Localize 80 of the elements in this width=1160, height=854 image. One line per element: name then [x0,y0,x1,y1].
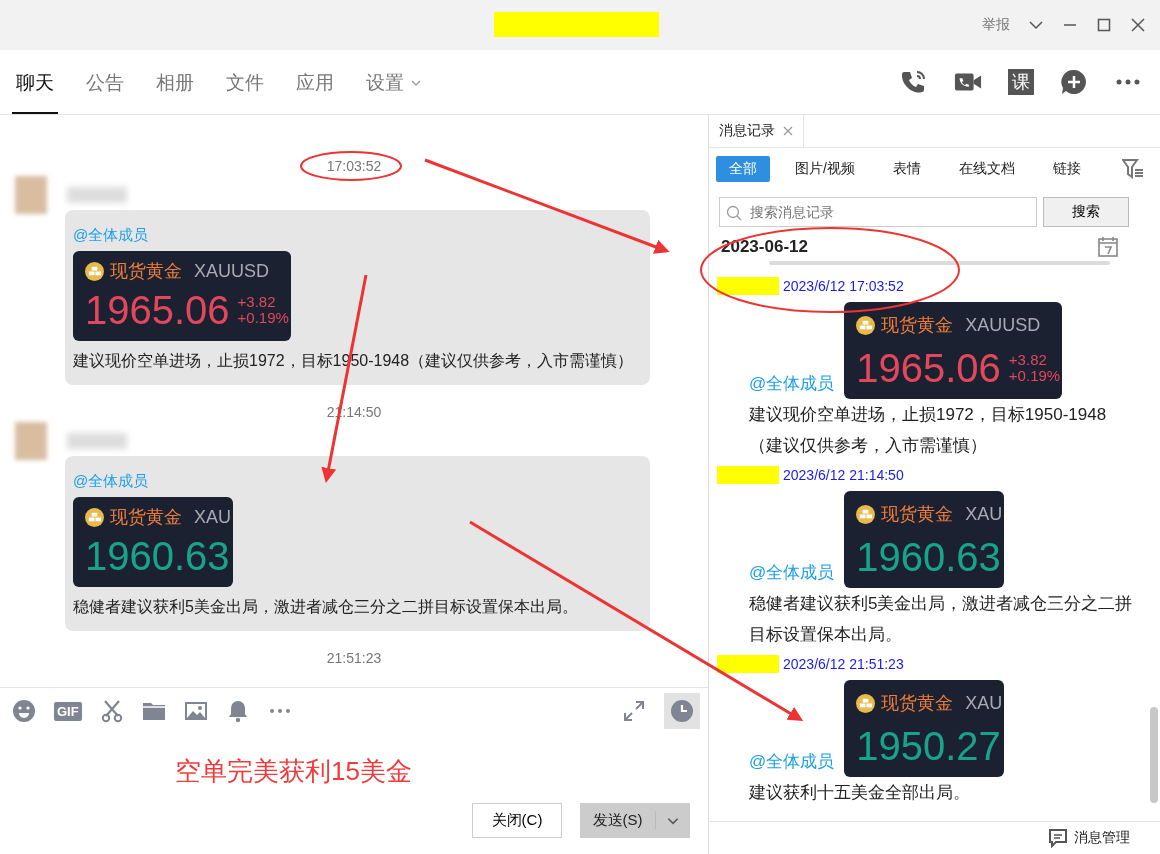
tab[interactable]: 公告 [82,50,128,114]
filter-tab[interactable]: 表情 [879,156,934,182]
instrument-code: XAUUSD [965,314,1041,337]
filter-tab[interactable]: 链接 [1039,156,1094,182]
price-text: 1960.63 [856,534,1001,581]
mention-link[interactable]: @全体成员 [749,746,835,777]
instrument-name: 现货黄金 [110,260,182,283]
coin-icon [856,316,876,335]
blurred-name [67,187,127,203]
message-text: 稳健者建议获利5美金出局，激进者减仓三分之二拼目标设置保本出局。 [73,597,578,617]
price-text: 1960.63 [85,533,230,580]
scrollbar[interactable] [1150,707,1158,803]
avatar-placeholder [15,422,47,460]
message-time: 17:03:52 [326,157,382,175]
mention-link[interactable]: @全体成员 [749,557,835,588]
add-icon[interactable] [1060,68,1088,96]
tab[interactable]: 聊天 [12,50,58,114]
image-icon[interactable] [183,699,208,723]
coin-icon [856,694,876,713]
annotation-text: 空单完美获利15美金 [175,755,412,788]
instrument-name: 现货黄金 [110,506,182,529]
instrument-code: XAU [194,506,231,528]
maximize-icon[interactable] [1096,17,1112,33]
send-button[interactable]: 发送(S) [580,803,690,838]
date-heading: 2023-06-12 [721,237,809,257]
coin-icon [85,507,104,527]
scissors-icon[interactable] [99,699,124,723]
emoji-icon[interactable] [12,699,36,723]
instrument-code: XAU [965,503,1003,526]
price-text: 1965.06 [856,345,1001,392]
message-text: 稳健者建议获利5美金出局，激进者减仓三分之二拼目标设置保本出局。 [749,593,1134,646]
message-time: 2023/6/12 21:51:23 [783,656,904,672]
instrument-code: XAUUSD [194,260,269,282]
blurred-name [67,433,127,449]
coin-icon [85,261,104,281]
message-time: 2023/6/12 21:14:50 [783,467,904,483]
instrument-name: 现货黄金 [881,503,954,526]
coin-icon [856,505,876,524]
message-icon[interactable] [1048,828,1068,848]
history-tab[interactable]: 消息记录 [709,115,804,147]
close-icon[interactable] [1130,17,1146,33]
course-button[interactable]: 课 [1008,69,1034,95]
message-text: 建议获利十五美金全部出局。 [749,782,971,804]
instrument-name: 现货黄金 [881,314,954,337]
filter-tab[interactable]: 图片/视频 [782,156,868,182]
price-text: 1950.27 [856,723,1001,770]
redaction-block [717,277,779,295]
search-field[interactable]: 搜索消息记录 [719,197,1037,227]
filter-icon[interactable] [1122,159,1144,179]
percent-text: +0.19% [237,310,289,326]
calendar-icon[interactable] [1098,237,1118,257]
mention-link[interactable]: @全体成员 [749,368,835,399]
filter-tab[interactable]: 全部 [716,156,770,182]
report-link[interactable]: 举报 [982,16,1010,34]
history-button[interactable] [664,693,700,729]
tab[interactable]: 应用 [292,50,338,114]
filter-tab[interactable]: 在线文档 [945,156,1028,182]
message-text: 建议现价空单进场，止损1972，目标1950-1948（建议仅供参考，入市需谨慎） [749,404,1108,457]
change-text: +3.82 [1008,352,1048,368]
avatar-placeholder [15,176,47,214]
tab[interactable]: 设置 [362,50,426,114]
change-text: +3.82 [237,294,277,310]
price-text: 1965.06 [85,287,230,334]
instrument-code: XAU [965,692,1003,715]
instrument-name: 现货黄金 [881,692,954,715]
clock-icon[interactable] [670,699,694,723]
expand-icon[interactable] [622,699,646,723]
message-time: 2023/6/12 17:03:52 [783,278,904,294]
tab-label[interactable]: 消息记录 [719,122,775,140]
redaction-block [717,466,779,484]
tab[interactable]: 相册 [152,50,198,114]
tab[interactable]: 文件 [222,50,268,114]
close-button[interactable]: 关闭(C) [472,803,562,838]
message-time: 21:51:23 [326,649,382,667]
search-button[interactable]: 搜索 [1043,197,1129,227]
message-manager-button[interactable]: 消息管理 [1048,828,1130,848]
redaction-block [717,655,779,673]
percent-text: +0.19% [1008,368,1061,384]
close-icon[interactable] [783,126,793,136]
gif-button[interactable]: GIF [54,701,82,721]
